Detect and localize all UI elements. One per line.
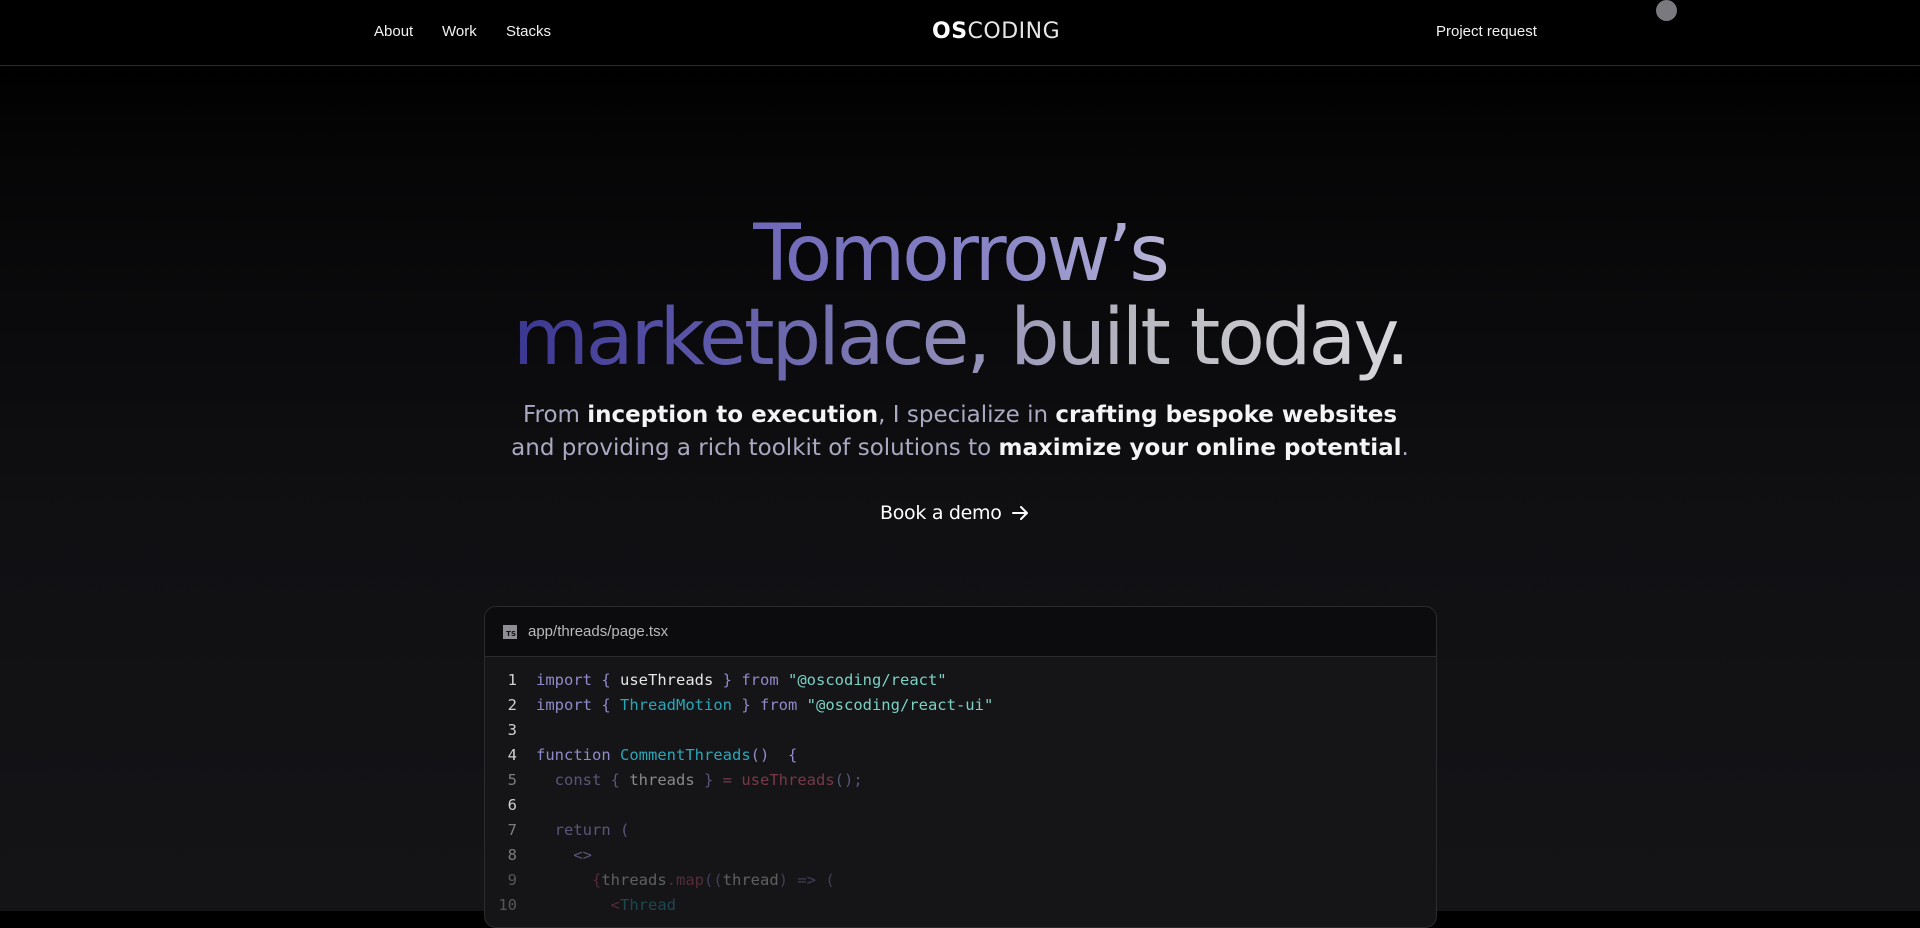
subtitle-text: From [522, 402, 588, 428]
code-token: { [601, 771, 630, 789]
line-number: 10 [498, 896, 517, 914]
file-path: app/threads/page.tsx [528, 623, 669, 640]
code-token: function [536, 746, 611, 764]
subtitle-emphasis: inception to execution [587, 402, 879, 428]
code-token: thread [722, 871, 779, 889]
line-number: 5 [507, 771, 517, 789]
code-token: return [536, 821, 611, 839]
code-token: CommentThreads [620, 746, 751, 764]
arrow-right-icon [1011, 506, 1028, 520]
hero-title-line-2: marketplace, built today. [0, 296, 1920, 380]
brand-logo[interactable]: OSCODING [932, 19, 1060, 44]
code-token: from [759, 696, 798, 714]
code-token: } [713, 671, 742, 689]
code-line: 5 const { threads } = useThreads (); [485, 768, 1436, 793]
line-number: 7 [507, 821, 517, 839]
code-token: <> [536, 846, 592, 864]
code-token: { [536, 871, 602, 889]
code-line: 4 function CommentThreads() { [485, 743, 1436, 768]
code-line: 9 {threads .map((thread) => ( [485, 868, 1436, 893]
code-token: threads [601, 871, 667, 889]
logo-bold-text: OS [932, 19, 968, 44]
code-line: 7 return ( [485, 818, 1436, 843]
code-window: TS app/threads/page.tsx 1 import { useThr… [484, 606, 1437, 928]
code-token: ( [610, 821, 630, 839]
subtitle-emphasis: maximize your online potential [998, 435, 1402, 461]
hero-title-text-1: Tomorrow’s [753, 209, 1170, 299]
code-token: threads [629, 771, 695, 789]
code-line: 8 <> [485, 843, 1436, 868]
line-number: 3 [507, 721, 517, 739]
code-token: } [731, 696, 760, 714]
code-token: = [722, 771, 742, 789]
line-number: 2 [507, 696, 517, 714]
hero-title-text-2: marketplace, built today. [512, 293, 1410, 383]
code-token: { [769, 746, 798, 764]
code-token: { [592, 671, 620, 689]
hero-title-line-1: Tomorrow’s [0, 212, 1920, 296]
code-token: from [741, 671, 779, 689]
book-demo-button[interactable]: Book a demo [880, 498, 1030, 528]
line-number: 1 [507, 671, 517, 689]
code-line: 3 [485, 718, 1436, 743]
code-token: () [750, 746, 770, 764]
top-navbar: About Work Stacks OSCODING Project reque… [0, 0, 1920, 66]
code-token: { [592, 696, 620, 714]
line-number: 9 [507, 871, 517, 889]
code-token: (); [834, 771, 863, 789]
code-token: < [536, 896, 620, 914]
book-demo-label: Book a demo [880, 502, 1002, 524]
code-token: import [536, 696, 592, 714]
logo-thin-text: CODING [967, 19, 1061, 44]
code-line: 1 import { useThreads } from "@oscoding/r… [485, 668, 1436, 693]
code-token: ) => ( [778, 871, 835, 889]
nav-link-work[interactable]: Work [442, 23, 477, 40]
code-line: 2 import { ThreadMotion } from "@oscoding… [485, 693, 1436, 718]
line-number: 6 [507, 796, 517, 814]
subtitle-text: and providing a rich toolkit of solution… [511, 435, 999, 461]
code-body: 1 import { useThreads } from "@oscoding/r… [485, 657, 1436, 918]
code-token: useThreads [741, 771, 835, 789]
subtitle-text: . [1401, 435, 1409, 461]
code-token: } [694, 771, 723, 789]
code-token: import [536, 671, 592, 689]
hero-subtitle-line-2: and providing a rich toolkit of solution… [0, 432, 1920, 465]
nav-link-stacks[interactable]: Stacks [506, 23, 551, 40]
code-line: 6 [485, 793, 1436, 818]
code-token: useThreads [620, 671, 714, 689]
code-token: .map [666, 871, 704, 889]
cursor-dot [1656, 0, 1677, 21]
line-number: 8 [507, 846, 517, 864]
code-token: "@oscoding/react" [788, 671, 947, 689]
typescript-file-icon: TS [503, 624, 517, 639]
code-line: 10 < Thread [485, 893, 1436, 918]
code-token: ThreadMotion [620, 696, 732, 714]
nav-link-about[interactable]: About [374, 23, 413, 40]
hero-subtitle-line-1: From inception to execution, I specializ… [0, 399, 1920, 432]
code-token: Thread [620, 896, 676, 914]
code-file-tab[interactable]: TS app/threads/page.tsx [485, 607, 1436, 657]
line-number: 4 [507, 746, 517, 764]
code-token: "@oscoding/react-ui" [806, 696, 994, 714]
subtitle-text: , I specialize in [878, 402, 1056, 428]
code-token: (( [703, 871, 723, 889]
subtitle-emphasis: crafting bespoke websites [1055, 402, 1398, 428]
code-token: const [536, 771, 602, 789]
project-request-link[interactable]: Project request [1436, 23, 1537, 40]
